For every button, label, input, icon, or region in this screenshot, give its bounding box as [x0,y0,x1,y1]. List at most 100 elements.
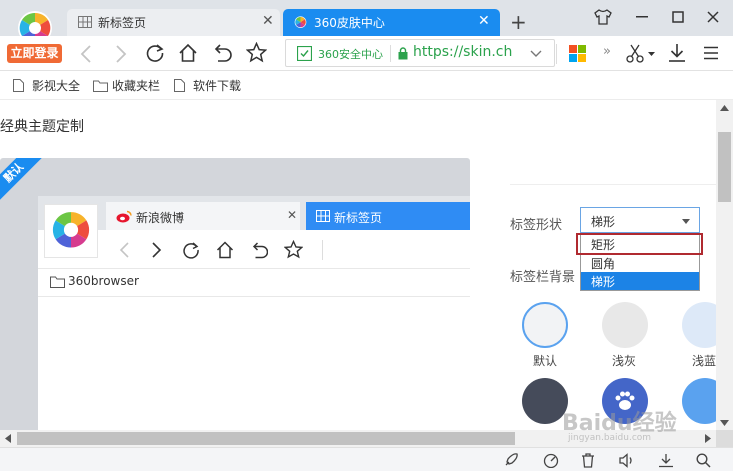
preview-bookmark: 360browser [68,274,139,288]
bookmark-item[interactable]: 影视大全 [32,77,80,94]
rocket-icon[interactable] [503,453,519,468]
bookmark-item[interactable]: 软件下载 [193,77,241,94]
swatch-light-blue[interactable] [682,302,716,348]
grid-icon [316,210,330,222]
browser-logo-icon [294,16,307,28]
star-icon[interactable] [246,42,267,63]
home-icon [216,241,234,259]
tab-new-tab[interactable]: 新标签页 ✕ [67,9,280,36]
close-icon: ✕ [287,208,298,222]
tab-bar: 立即登录 新标签页 ✕ 360皮肤中心 ✕ + [0,0,733,63]
menu-icon[interactable] [703,46,719,60]
divider [556,44,557,64]
chevron-down-icon [682,219,690,224]
chevron-down-icon[interactable] [530,50,542,58]
scroll-down-icon[interactable] [720,420,729,426]
forward-icon[interactable] [115,45,127,63]
tab-label: 新标签页 [98,16,147,30]
dropdown-option-label: 圆角 [591,257,616,271]
divider [390,45,391,62]
tabbar-bg-label: 标签栏背景 [510,270,576,285]
horizontal-scroll-thumb[interactable] [17,432,515,445]
download-icon[interactable] [668,43,686,63]
reload-icon[interactable] [145,43,165,63]
scroll-right-icon[interactable] [705,434,711,443]
scroll-up-icon[interactable] [720,105,729,111]
highlight-box [576,233,703,255]
more-icon[interactable]: » [603,44,611,59]
trash-icon[interactable] [581,453,595,468]
bookmark-item[interactable]: 收藏夹栏 [112,77,160,94]
paw-icon [615,391,635,410]
scissors-icon[interactable] [626,44,644,63]
close-icon[interactable]: ✕ [262,13,274,29]
tab-shape-label: 标签形状 [510,218,563,233]
swatch-label: 默认 [533,354,558,368]
download-icon[interactable] [658,453,674,468]
bookmarks-bar: 影视大全 收藏夹栏 软件下载 [0,71,733,100]
swatch-label: 浅灰 [612,354,637,368]
reload-icon [183,242,199,259]
maximize-icon[interactable] [672,11,684,23]
swatch-default[interactable] [522,302,568,348]
apps-icon[interactable] [569,45,586,62]
tab-skin-center[interactable]: 360皮肤中心 ✕ [283,9,500,36]
dropdown-option-trapezoid[interactable]: 梯形 [581,272,699,290]
close-icon[interactable]: ✕ [478,13,490,29]
forward-icon [152,242,162,258]
document-icon [13,79,24,92]
search-icon[interactable] [696,453,711,468]
volume-icon[interactable] [619,453,635,468]
swatch-sky-blue[interactable] [682,378,716,424]
dropdown-option-rounded[interactable]: 圆角 [581,253,699,272]
document-icon [174,79,185,92]
shield-icon [297,46,312,61]
tab-label: 360皮肤中心 [314,16,385,30]
address-bar[interactable]: 360安全中心 https://skin.ch [285,39,555,67]
scroll-left-icon[interactable] [5,434,11,443]
toolbar: 360安全中心 https://skin.ch » [0,36,733,71]
scroll-corner [716,430,733,447]
divider [38,268,470,269]
divider [510,184,716,185]
new-tab-button[interactable]: + [510,10,527,34]
back-icon [119,242,129,258]
home-icon[interactable] [178,43,198,63]
preview-logo [44,204,98,258]
folder-icon [50,276,65,288]
url-text[interactable]: https://skin.ch [413,44,512,60]
preview-browser: 新浪微博 ✕ 新标签页 360browser [38,196,470,430]
divider [38,296,470,297]
grid-icon [78,16,92,28]
close-icon[interactable] [707,11,719,23]
preview-tab-label: 新浪微博 [136,211,185,225]
vertical-scrollbar[interactable] [716,100,733,430]
undo-icon[interactable] [212,43,232,63]
dropdown-option-label: 梯形 [591,275,616,289]
swatch-blue[interactable] [602,378,648,424]
vertical-scroll-thumb[interactable] [718,132,731,202]
weibo-icon [116,210,132,223]
preview-tab: 新浪微博 ✕ [106,202,300,230]
swatch-light-gray[interactable] [602,302,648,348]
back-icon[interactable] [80,45,92,63]
swatch-label: 浅蓝 [692,354,716,368]
page-content: 经典主题定制 默认 新浪微博 ✕ 新标签页 360browser 标签形状 梯形… [0,100,716,430]
undo-icon [252,242,268,259]
chevron-down-icon[interactable] [648,52,655,56]
preview-tab-active: 新标签页 [306,202,470,230]
default-badge-text: 默认 [1,160,27,186]
shirt-icon[interactable] [594,9,612,25]
swatch-dark[interactable] [522,378,568,424]
browser-logo-icon [52,212,90,248]
security-label: 360安全中心 [318,48,383,61]
speed-icon[interactable] [543,453,559,468]
horizontal-scrollbar[interactable] [0,430,716,447]
page-heading: 经典主题定制 [0,119,84,135]
preview-tab-label: 新标签页 [334,211,383,225]
login-button[interactable]: 立即登录 [7,44,62,63]
tab-shape-select[interactable]: 梯形 [580,207,700,233]
minimize-icon[interactable] [636,16,648,18]
lock-icon [398,47,408,60]
status-bar [0,447,733,471]
